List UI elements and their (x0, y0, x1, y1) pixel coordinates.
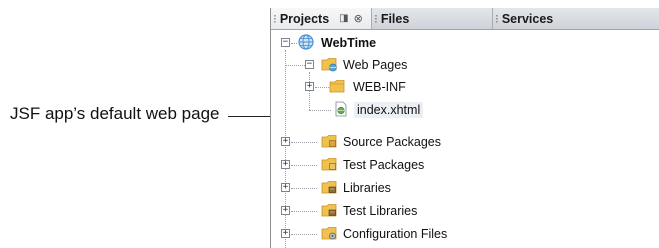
project-tree: − WebTime − Web Pages + WEB-INF index.xh… (271, 30, 659, 248)
tree-item-label: Configuration Files (343, 227, 448, 241)
tree-connector (291, 165, 317, 166)
minimize-window-icon[interactable]: ◨ (339, 13, 348, 24)
tab-bar: ⁝ Projects ◨ ⊗ ⁝ Files ⁝ Services (271, 8, 659, 30)
tree-row-source-packages[interactable]: + Source Packages (271, 131, 659, 153)
drag-grip-icon[interactable]: ⁝ (273, 12, 277, 26)
test-libraries-icon (321, 204, 337, 217)
tree-connector (291, 188, 317, 189)
tab-files[interactable]: ⁝ Files (372, 8, 493, 29)
tree-item-label: WEB-INF (353, 80, 406, 94)
test-package-folder-icon (321, 158, 337, 171)
tree-row-configuration-files[interactable]: + Configuration Files (271, 223, 659, 245)
callout-label: JSF app’s default web page (10, 104, 220, 123)
package-folder-icon (321, 135, 337, 148)
config-folder-icon (321, 227, 337, 240)
tree-row-web-pages[interactable]: − Web Pages (271, 54, 659, 76)
close-icon[interactable]: ⊗ (354, 12, 363, 25)
tree-row-web-inf[interactable]: + WEB-INF (271, 76, 659, 98)
tree-item-label: Test Libraries (343, 204, 418, 218)
tree-connector (315, 87, 329, 88)
expand-toggle-icon[interactable]: + (281, 206, 290, 215)
tree-item-label: Source Packages (343, 135, 441, 149)
expand-toggle-icon[interactable]: + (281, 160, 290, 169)
tree-connector (286, 65, 305, 66)
web-folder-icon (321, 58, 337, 72)
tree-connector (291, 43, 297, 44)
tab-projects[interactable]: ⁝ Projects ◨ ⊗ (271, 8, 372, 29)
tree-row-project[interactable]: − WebTime (271, 32, 659, 54)
tree-row-libraries[interactable]: + Libraries (271, 177, 659, 199)
expand-toggle-icon[interactable]: + (281, 137, 290, 146)
tree-item-label: Web Pages (343, 58, 408, 72)
tree-item-label: Libraries (343, 181, 391, 195)
tree-connector (291, 211, 317, 212)
collapse-toggle-icon[interactable]: − (305, 60, 314, 69)
tree-item-label: WebTime (321, 36, 377, 50)
tree-connector (309, 110, 331, 111)
libraries-icon (321, 181, 337, 194)
projects-panel: ⁝ Projects ◨ ⊗ ⁝ Files ⁝ Services − WebT… (270, 8, 659, 248)
tree-item-label: Test Packages (343, 158, 425, 172)
tab-services[interactable]: ⁝ Services (493, 8, 659, 29)
folder-icon (329, 80, 345, 93)
tab-label: Files (380, 11, 410, 26)
tree-connector (291, 142, 317, 143)
expand-toggle-icon[interactable]: + (281, 229, 290, 238)
globe-icon (298, 34, 314, 50)
xhtml-file-icon (335, 101, 347, 117)
tree-item-label: index.xhtml (354, 102, 424, 118)
tab-label: Services (501, 11, 554, 26)
drag-grip-icon[interactable]: ⁝ (374, 12, 378, 26)
collapse-toggle-icon[interactable]: − (281, 38, 290, 47)
drag-grip-icon[interactable]: ⁝ (495, 12, 499, 26)
tree-row-test-libraries[interactable]: + Test Libraries (271, 200, 659, 222)
tab-label: Projects (279, 11, 330, 26)
tree-row-test-packages[interactable]: + Test Packages (271, 154, 659, 176)
tree-row-index-xhtml[interactable]: index.xhtml (271, 99, 659, 121)
tree-connector (291, 234, 317, 235)
expand-toggle-icon[interactable]: + (305, 82, 314, 91)
expand-toggle-icon[interactable]: + (281, 183, 290, 192)
